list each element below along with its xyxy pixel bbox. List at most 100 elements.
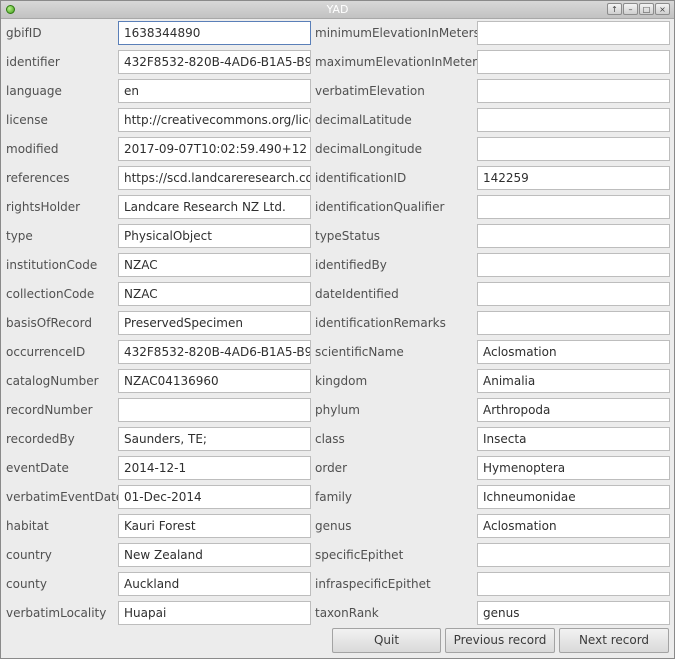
identified-by-field[interactable]	[477, 253, 670, 277]
window-controls: ↑ – □ ×	[606, 3, 670, 15]
event-date-label: eventDate	[6, 461, 69, 475]
occurrence-id-label: occurrenceID	[6, 345, 86, 359]
form-row: county Auckland infraspecificEpithet	[1, 572, 674, 596]
habitat-field[interactable]: Kauri Forest	[118, 514, 311, 538]
modified-field[interactable]: 2017-09-07T10:02:59.490+12	[118, 137, 311, 161]
date-identified-field[interactable]	[477, 282, 670, 306]
occurrence-id-field[interactable]: 432F8532-820B-4AD6-B1A5-B9	[118, 340, 311, 364]
kingdom-label: kingdom	[315, 374, 368, 388]
event-date-field[interactable]: 2014-12-1	[118, 456, 311, 480]
identifier-label: identifier	[6, 55, 60, 69]
maximum-elevation-in-meters-field[interactable]	[477, 50, 670, 74]
gbif-id-field[interactable]: 1638344890	[118, 21, 311, 45]
genus-label: genus	[315, 519, 352, 533]
county-field[interactable]: Auckland	[118, 572, 311, 596]
license-field[interactable]: http://creativecommons.org/lice	[118, 108, 311, 132]
language-field[interactable]: en	[118, 79, 311, 103]
basis-of-record-field[interactable]: PreservedSpecimen	[118, 311, 311, 335]
family-field[interactable]: Ichneumonidae	[477, 485, 670, 509]
record-number-label: recordNumber	[6, 403, 93, 417]
collection-code-field[interactable]: NZAC	[118, 282, 311, 306]
type-status-field[interactable]	[477, 224, 670, 248]
identification-remarks-field[interactable]	[477, 311, 670, 335]
country-field[interactable]: New Zealand	[118, 543, 311, 567]
yad-dialog-window: YAD ↑ – □ × gbifID 1638344890 minimumEleva…	[0, 0, 675, 659]
form-row: verbatimLocality Huapai taxonRank genus	[1, 601, 674, 625]
form-row: basisOfRecord PreservedSpecimen identifica…	[1, 311, 674, 335]
verbatim-elevation-field[interactable]	[477, 79, 670, 103]
catalog-number-field[interactable]: NZAC04136960	[118, 369, 311, 393]
form-row: occurrenceID 432F8532-820B-4AD6-B1A5-B9 sc…	[1, 340, 674, 364]
institution-code-field[interactable]: NZAC	[118, 253, 311, 277]
form-row: catalogNumber NZAC04136960 kingdom Animalia	[1, 369, 674, 393]
record-number-field[interactable]	[118, 398, 311, 422]
references-label: references	[6, 171, 70, 185]
gbif-id-label: gbifID	[6, 26, 42, 40]
license-label: license	[6, 113, 48, 127]
verbatim-locality-field[interactable]: Huapai	[118, 601, 311, 625]
verbatim-event-date-field[interactable]: 01-Dec-2014	[118, 485, 311, 509]
identification-remarks-label: identificationRemarks	[315, 316, 446, 330]
decimal-latitude-field[interactable]	[477, 108, 670, 132]
scientific-name-field[interactable]: Aclosmation	[477, 340, 670, 364]
minimize-button[interactable]: –	[623, 3, 638, 15]
class-field[interactable]: Insecta	[477, 427, 670, 451]
close-button[interactable]: ×	[655, 3, 670, 15]
form-row: institutionCode NZAC identifiedBy	[1, 253, 674, 277]
next-record-button[interactable]: Next record	[559, 628, 669, 653]
identifier-field[interactable]: 432F8532-820B-4AD6-B1A5-B9	[118, 50, 311, 74]
type-field[interactable]: PhysicalObject	[118, 224, 311, 248]
specific-epithet-label: specificEpithet	[315, 548, 404, 562]
phylum-label: phylum	[315, 403, 360, 417]
recorded-by-label: recordedBy	[6, 432, 75, 446]
verbatim-locality-label: verbatimLocality	[6, 606, 107, 620]
language-label: language	[6, 84, 62, 98]
form-row: country New Zealand specificEpithet	[1, 543, 674, 567]
type-status-label: typeStatus	[315, 229, 381, 243]
catalog-number-label: catalogNumber	[6, 374, 99, 388]
class-label: class	[315, 432, 345, 446]
infraspecific-epithet-label: infraspecificEpithet	[315, 577, 431, 591]
basis-of-record-label: basisOfRecord	[6, 316, 92, 330]
decimal-longitude-field[interactable]	[477, 137, 670, 161]
verbatim-elevation-label: verbatimElevation	[315, 84, 425, 98]
form-row: eventDate 2014-12-1 order Hymenoptera	[1, 456, 674, 480]
quit-button[interactable]: Quit	[332, 628, 441, 653]
maximum-elevation-in-meters-label: maximumElevationInMeters	[315, 55, 484, 69]
habitat-label: habitat	[6, 519, 49, 533]
kingdom-field[interactable]: Animalia	[477, 369, 670, 393]
infraspecific-epithet-field[interactable]	[477, 572, 670, 596]
identification-id-field[interactable]: 142259	[477, 166, 670, 190]
form-row: identifier 432F8532-820B-4AD6-B1A5-B9 maxi…	[1, 50, 674, 74]
references-field[interactable]: https://scd.landcareresearch.co	[118, 166, 311, 190]
form-row: recordNumber phylum Arthropoda	[1, 398, 674, 422]
title-bar[interactable]: YAD ↑ – □ ×	[1, 1, 674, 19]
maximize-button[interactable]: □	[639, 3, 654, 15]
identification-qualifier-field[interactable]	[477, 195, 670, 219]
collection-code-label: collectionCode	[6, 287, 95, 301]
rights-holder-field[interactable]: Landcare Research NZ Ltd.	[118, 195, 311, 219]
order-label: order	[315, 461, 347, 475]
form-row: language en verbatimElevation	[1, 79, 674, 103]
form-row: references https://scd.landcareresearch.c…	[1, 166, 674, 190]
genus-field[interactable]: Aclosmation	[477, 514, 670, 538]
taxon-rank-field[interactable]: genus	[477, 601, 670, 625]
window-title: YAD	[326, 3, 349, 16]
phylum-field[interactable]: Arthropoda	[477, 398, 670, 422]
keep-above-button[interactable]: ↑	[607, 3, 622, 15]
order-field[interactable]: Hymenoptera	[477, 456, 670, 480]
previous-record-button[interactable]: Previous record	[445, 628, 555, 653]
form-row: license http://creativecommons.org/lice de…	[1, 108, 674, 132]
identification-qualifier-label: identificationQualifier	[315, 200, 445, 214]
modified-label: modified	[6, 142, 59, 156]
form-row: habitat Kauri Forest genus Aclosmation	[1, 514, 674, 538]
minimum-elevation-in-meters-field[interactable]	[477, 21, 670, 45]
minimum-elevation-in-meters-label: minimumElevationInMeters	[315, 26, 480, 40]
recorded-by-field[interactable]: Saunders, TE;	[118, 427, 311, 451]
form-row: verbatimEventDate 01-Dec-2014 family Ichneu…	[1, 485, 674, 509]
taxon-rank-label: taxonRank	[315, 606, 379, 620]
institution-code-label: institutionCode	[6, 258, 98, 272]
specific-epithet-field[interactable]	[477, 543, 670, 567]
rights-holder-label: rightsHolder	[6, 200, 81, 214]
verbatim-event-date-label: verbatimEventDate	[6, 490, 124, 504]
